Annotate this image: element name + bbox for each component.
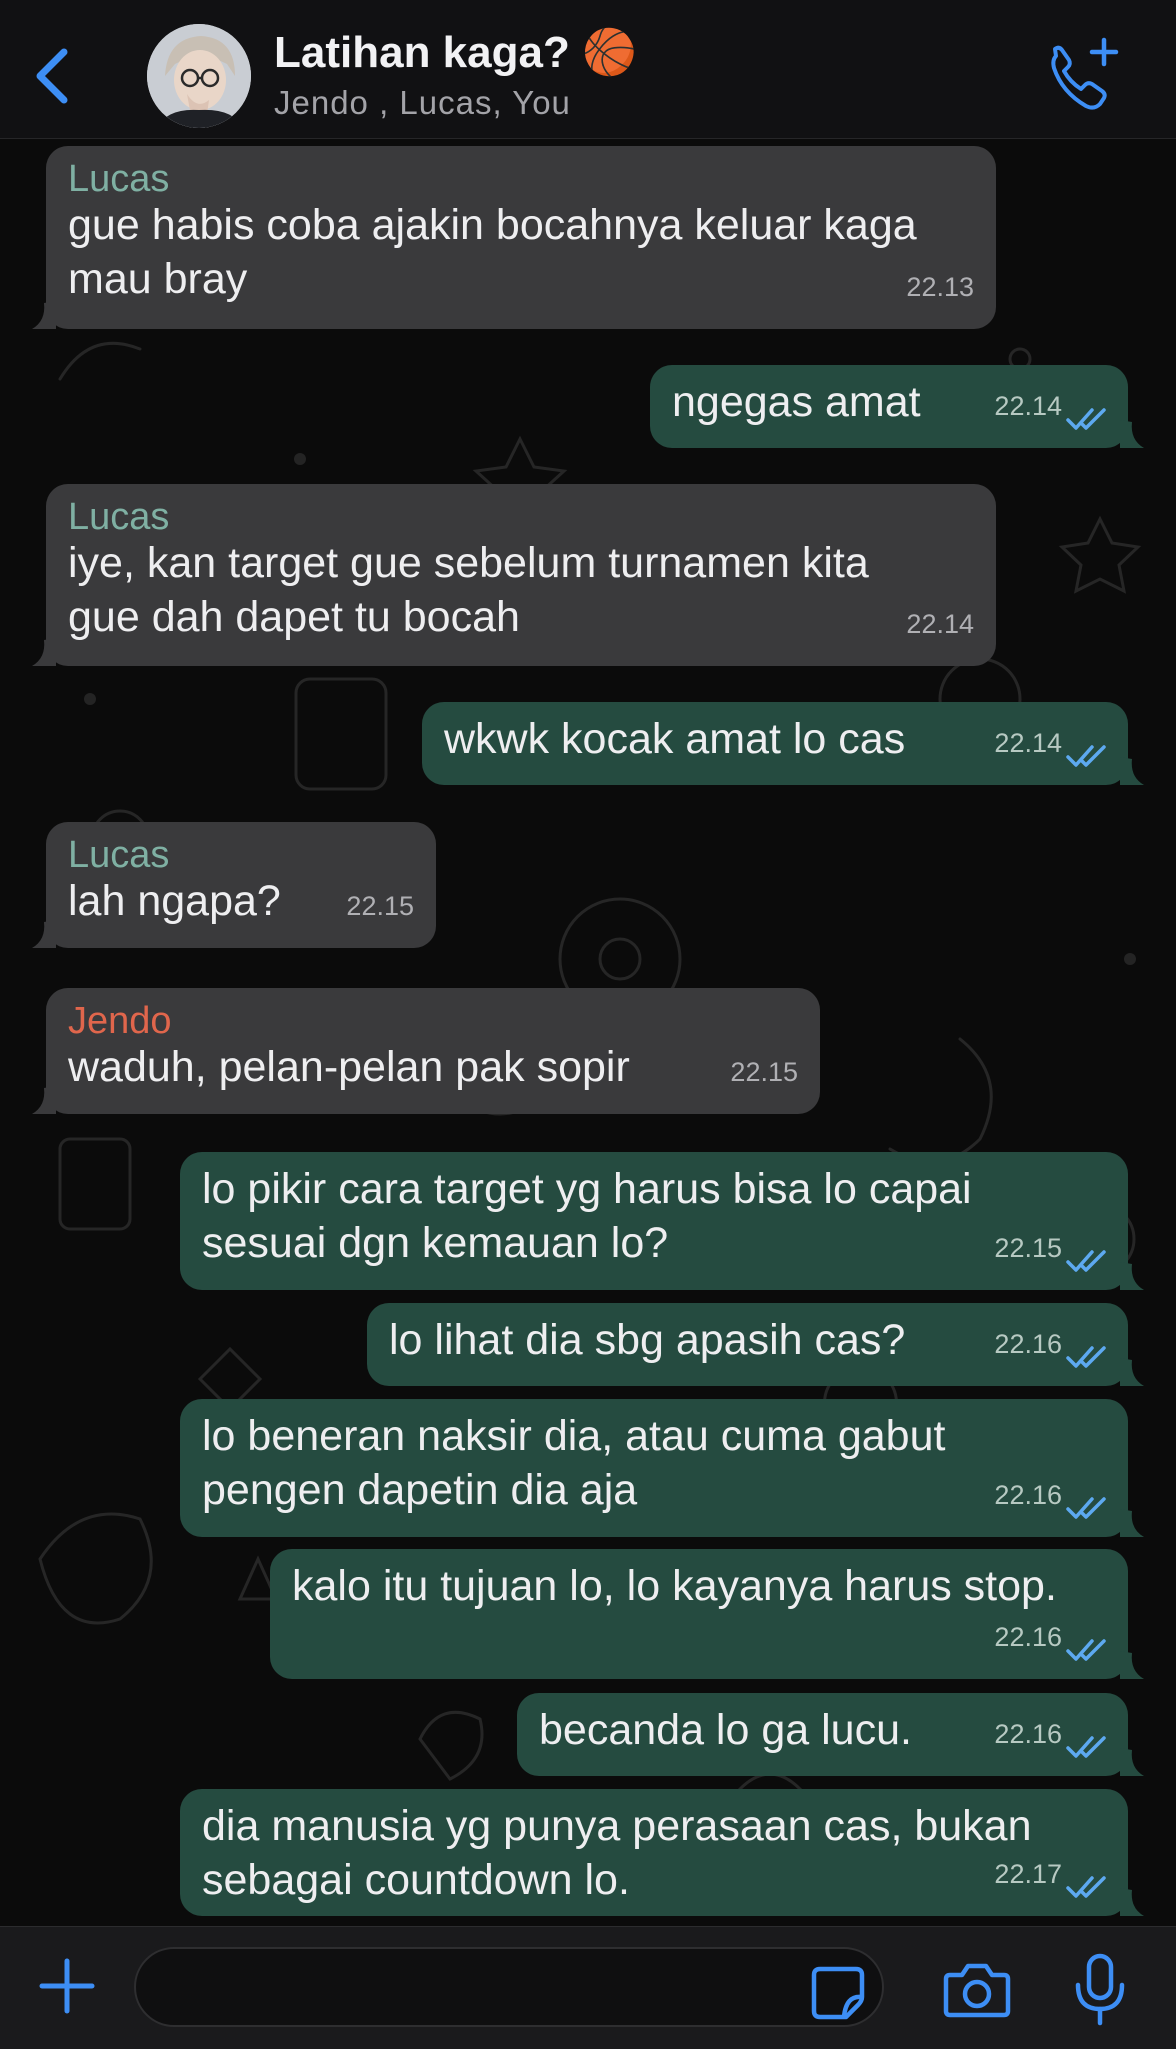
read-receipt-icon [1066,1250,1106,1272]
message-text: kalo itu tujuan lo, lo kayanya harus sto… [292,1562,1057,1610]
back-button[interactable] [26,36,82,116]
message-text: sebagai countdown lo. [202,1856,630,1904]
message-timestamp: 22.15 [346,891,414,921]
bubble-tail [1120,1651,1144,1679]
message-input-bar [0,1926,1176,2049]
message-text: dia manusia yg punya perasaan cas, bukan [202,1802,1032,1850]
avatar-image [147,24,251,128]
bubble-tail [32,638,56,666]
bubble-tail [1120,1509,1144,1537]
message-timestamp: 22.15 [994,1233,1062,1263]
bubble-tail [32,301,56,329]
message-timestamp: 22.14 [906,609,974,639]
message-sender[interactable]: Lucas [68,156,169,202]
message-text: lo beneran naksir dia, atau cuma gabut [202,1412,946,1460]
microphone-button[interactable] [1072,1953,1128,2027]
read-receipt-icon [1066,1346,1106,1368]
bubble-tail [1120,1358,1144,1386]
chevron-left-icon [36,48,68,104]
bubble-tail [1120,1888,1144,1916]
outgoing-message[interactable]: wkwk kocak amat lo cas 22.14 [422,702,1144,785]
incoming-message[interactable]: Jendo waduh, pelan-pelan pak sopir 22.15 [32,988,820,1114]
message-list[interactable]: Lucas gue habis coba ajakin bocahnya kelu… [0,139,1176,1926]
message-sender[interactable]: Jendo [68,998,172,1044]
message-timestamp: 22.17 [994,1859,1062,1889]
message-text: sesuai dgn kemauan lo? [202,1219,669,1267]
attach-button[interactable] [38,1957,96,2015]
message-text: gue habis coba ajakin bocahnya keluar ka… [68,201,917,249]
camera-button[interactable] [942,1961,1012,2019]
outgoing-message[interactable]: lo pikir cara target yg harus bisa lo ca… [180,1152,1144,1290]
read-receipt-icon [1066,1736,1106,1758]
sticker-icon [811,1966,865,2020]
message-text: lah ngapa? [68,877,281,925]
bubble-tail [32,920,56,948]
outgoing-message[interactable]: lo beneran naksir dia, atau cuma gabut pe… [180,1399,1144,1537]
message-text: iye, kan target gue sebelum turnamen kit… [68,539,869,587]
read-receipt-icon [1066,1497,1106,1519]
message-text: lo pikir cara target yg harus bisa lo ca… [202,1165,972,1213]
message-timestamp: 22.14 [994,391,1062,421]
microphone-icon [1075,1953,1125,2026]
bubble-tail [1120,420,1144,448]
bubble-tail [1120,757,1144,785]
outgoing-message[interactable]: lo lihat dia sbg apasih cas? 22.16 [367,1303,1144,1386]
message-timestamp: 22.13 [906,272,974,302]
message-text: gue dah dapet tu bocah [68,593,520,641]
message-sender[interactable]: Lucas [68,832,169,878]
bubble-tail [32,1086,56,1114]
chat-title[interactable]: Latihan kaga? 🏀 [274,26,637,78]
incoming-message[interactable]: Lucas lah ngapa? 22.15 [32,822,436,948]
read-receipt-icon [1066,1876,1106,1898]
chat-header: Latihan kaga? 🏀 Jendo , Lucas, You [0,0,1176,139]
read-receipt-icon [1066,1639,1106,1661]
add-call-icon [1051,37,1119,110]
plus-icon [39,1958,95,2014]
sticker-button[interactable] [810,1965,866,2021]
message-text: wkwk kocak amat lo cas [444,715,906,763]
message-timestamp: 22.16 [994,1329,1062,1359]
bubble-tail [1120,1262,1144,1290]
message-text: ngegas amat [672,378,921,426]
incoming-message[interactable]: Lucas iye, kan target gue sebelum turname… [32,484,996,666]
message-text: pengen dapetin dia aja [202,1466,638,1514]
outgoing-message[interactable]: kalo itu tujuan lo, lo kayanya harus sto… [270,1549,1144,1679]
chat-participants[interactable]: Jendo , Lucas, You [274,84,571,122]
bubble-tail [1120,1748,1144,1776]
outgoing-message[interactable]: becanda lo ga lucu. 22.16 [517,1693,1144,1776]
message-text: waduh, pelan-pelan pak sopir [68,1043,630,1091]
group-avatar[interactable] [147,24,251,128]
outgoing-message[interactable]: dia manusia yg punya perasaan cas, bukan… [180,1789,1144,1916]
outgoing-message[interactable]: ngegas amat 22.14 [650,365,1144,448]
message-text: lo lihat dia sbg apasih cas? [389,1316,906,1364]
camera-icon [943,1963,1011,2018]
message-timestamp: 22.15 [730,1057,798,1087]
message-input[interactable] [134,1947,884,2027]
message-sender[interactable]: Lucas [68,494,169,540]
message-timestamp: 22.16 [994,1622,1062,1652]
incoming-message[interactable]: Lucas gue habis coba ajakin bocahnya kelu… [32,146,996,329]
message-timestamp: 22.16 [994,1480,1062,1510]
read-receipt-icon [1066,408,1106,430]
message-timestamp: 22.16 [994,1719,1062,1749]
message-text: mau bray [68,255,248,303]
read-receipt-icon [1066,745,1106,767]
message-text: becanda lo ga lucu. [539,1706,912,1754]
add-call-button[interactable] [1040,34,1124,118]
message-timestamp: 22.14 [994,728,1062,758]
